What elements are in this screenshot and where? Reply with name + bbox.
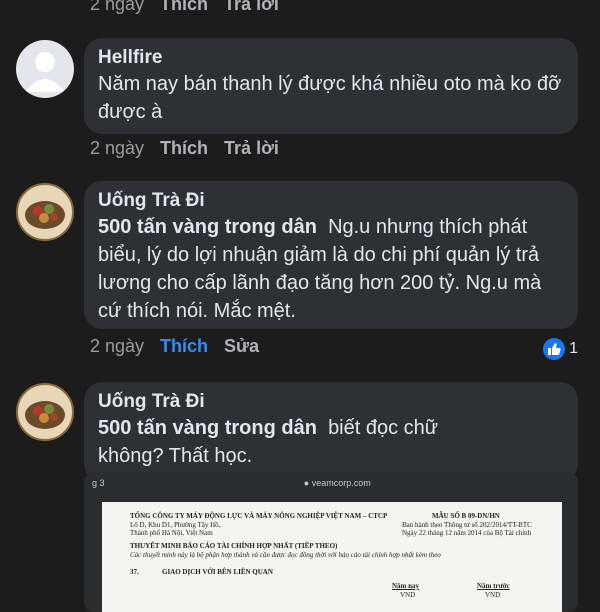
comment-author[interactable]: Uống Trà Đi <box>98 189 564 213</box>
doc-line: GIAO DỊCH VỚI BÊN LIÊN QUAN <box>162 568 273 576</box>
comment-author[interactable]: Hellfire <box>98 46 564 70</box>
default-avatar-icon <box>25 52 65 92</box>
doc-line: Lô D, Khu D1, Phường Tây Hồ, <box>130 521 221 529</box>
like-button[interactable]: Thích <box>160 0 208 15</box>
like-button[interactable]: Thích <box>160 138 208 159</box>
url-text: ● veamcorp.com <box>303 478 371 488</box>
comment-time: 2 ngày <box>90 138 145 158</box>
comment-actions: 2 ngày Thích Sửa <box>90 336 259 357</box>
like-count[interactable]: 1 <box>543 338 578 360</box>
doc-line: MẪU SỐ B 09-DN/HN <box>432 512 500 520</box>
doc-line: TỔNG CÔNG TY MÁY ĐỘNG LỰC VÀ MÁY NÔNG NG… <box>130 512 388 520</box>
doc-line: Thành phố Hà Nội, Việt Nam <box>130 529 213 537</box>
doc-line: 37. <box>130 568 139 576</box>
avatar[interactable] <box>16 40 74 98</box>
image-status-bar: g 3 ● veamcorp.com <box>84 472 578 494</box>
comment-bubble: Hellfire Năm nay bán thanh lý được khá n… <box>84 38 578 134</box>
comment-actions: 2 ngày Thích Trả lời <box>90 138 279 159</box>
document-page: TỔNG CÔNG TY MÁY ĐỘNG LỰC VÀ MÁY NÔNG NG… <box>102 502 562 612</box>
doc-line: Ngày 22 tháng 12 năm 2014 của Bộ Tài chí… <box>402 529 532 537</box>
comment-text: Năm nay bán thanh lý được khá nhiều oto … <box>98 73 562 123</box>
mention-tag[interactable]: 500 tấn vàng trong dân <box>98 417 317 439</box>
doc-line: Các thuyết minh này là bộ phận hợp thành… <box>130 551 441 559</box>
comment-text: 500 tấn vàng trong dân biết đọc chữ khôn… <box>98 414 458 470</box>
edit-button[interactable]: Sửa <box>224 336 259 357</box>
reply-button[interactable]: Trả lời <box>224 0 279 15</box>
doc-line: Năm trước <box>477 582 510 590</box>
comment-text: 500 tấn vàng trong dân Ng.u nhưng thích … <box>98 213 564 325</box>
top-action-row: 2 ngày Thích Trả lời <box>90 0 279 15</box>
avatar[interactable] <box>16 383 74 441</box>
food-bowl-avatar-icon <box>25 401 65 429</box>
status-text: g 3 <box>92 478 105 488</box>
like-button[interactable]: Thích <box>160 336 208 357</box>
comment-bubble: Uống Trà Đi 500 tấn vàng trong dân Ng.u … <box>84 181 578 329</box>
doc-line: VND <box>485 591 501 599</box>
doc-line: Ban hành theo Thông tư số 202/2014/TT-BT… <box>402 521 532 529</box>
attached-image[interactable]: g 3 ● veamcorp.com TỔNG CÔNG TY MÁY ĐỘNG… <box>84 472 578 612</box>
like-count-value: 1 <box>569 340 578 357</box>
mention-tag[interactable]: 500 tấn vàng trong dân <box>98 216 317 238</box>
doc-line: VND <box>400 591 416 599</box>
comment-bubble: Uống Trà Đi 500 tấn vàng trong dân biết … <box>84 382 578 482</box>
avatar[interactable] <box>16 183 74 241</box>
comment-time: 2 ngày <box>90 0 145 14</box>
comment-time: 2 ngày <box>90 336 145 356</box>
doc-line: THUYẾT MINH BÁO CÁO TÀI CHÍNH HỢP NHẤT (… <box>130 542 338 550</box>
comment-author[interactable]: Uống Trà Đi <box>98 390 564 414</box>
doc-line: Năm nay <box>392 582 420 590</box>
thumbs-up-icon <box>543 338 566 360</box>
food-bowl-avatar-icon <box>25 201 65 229</box>
reply-button[interactable]: Trả lời <box>224 138 279 159</box>
